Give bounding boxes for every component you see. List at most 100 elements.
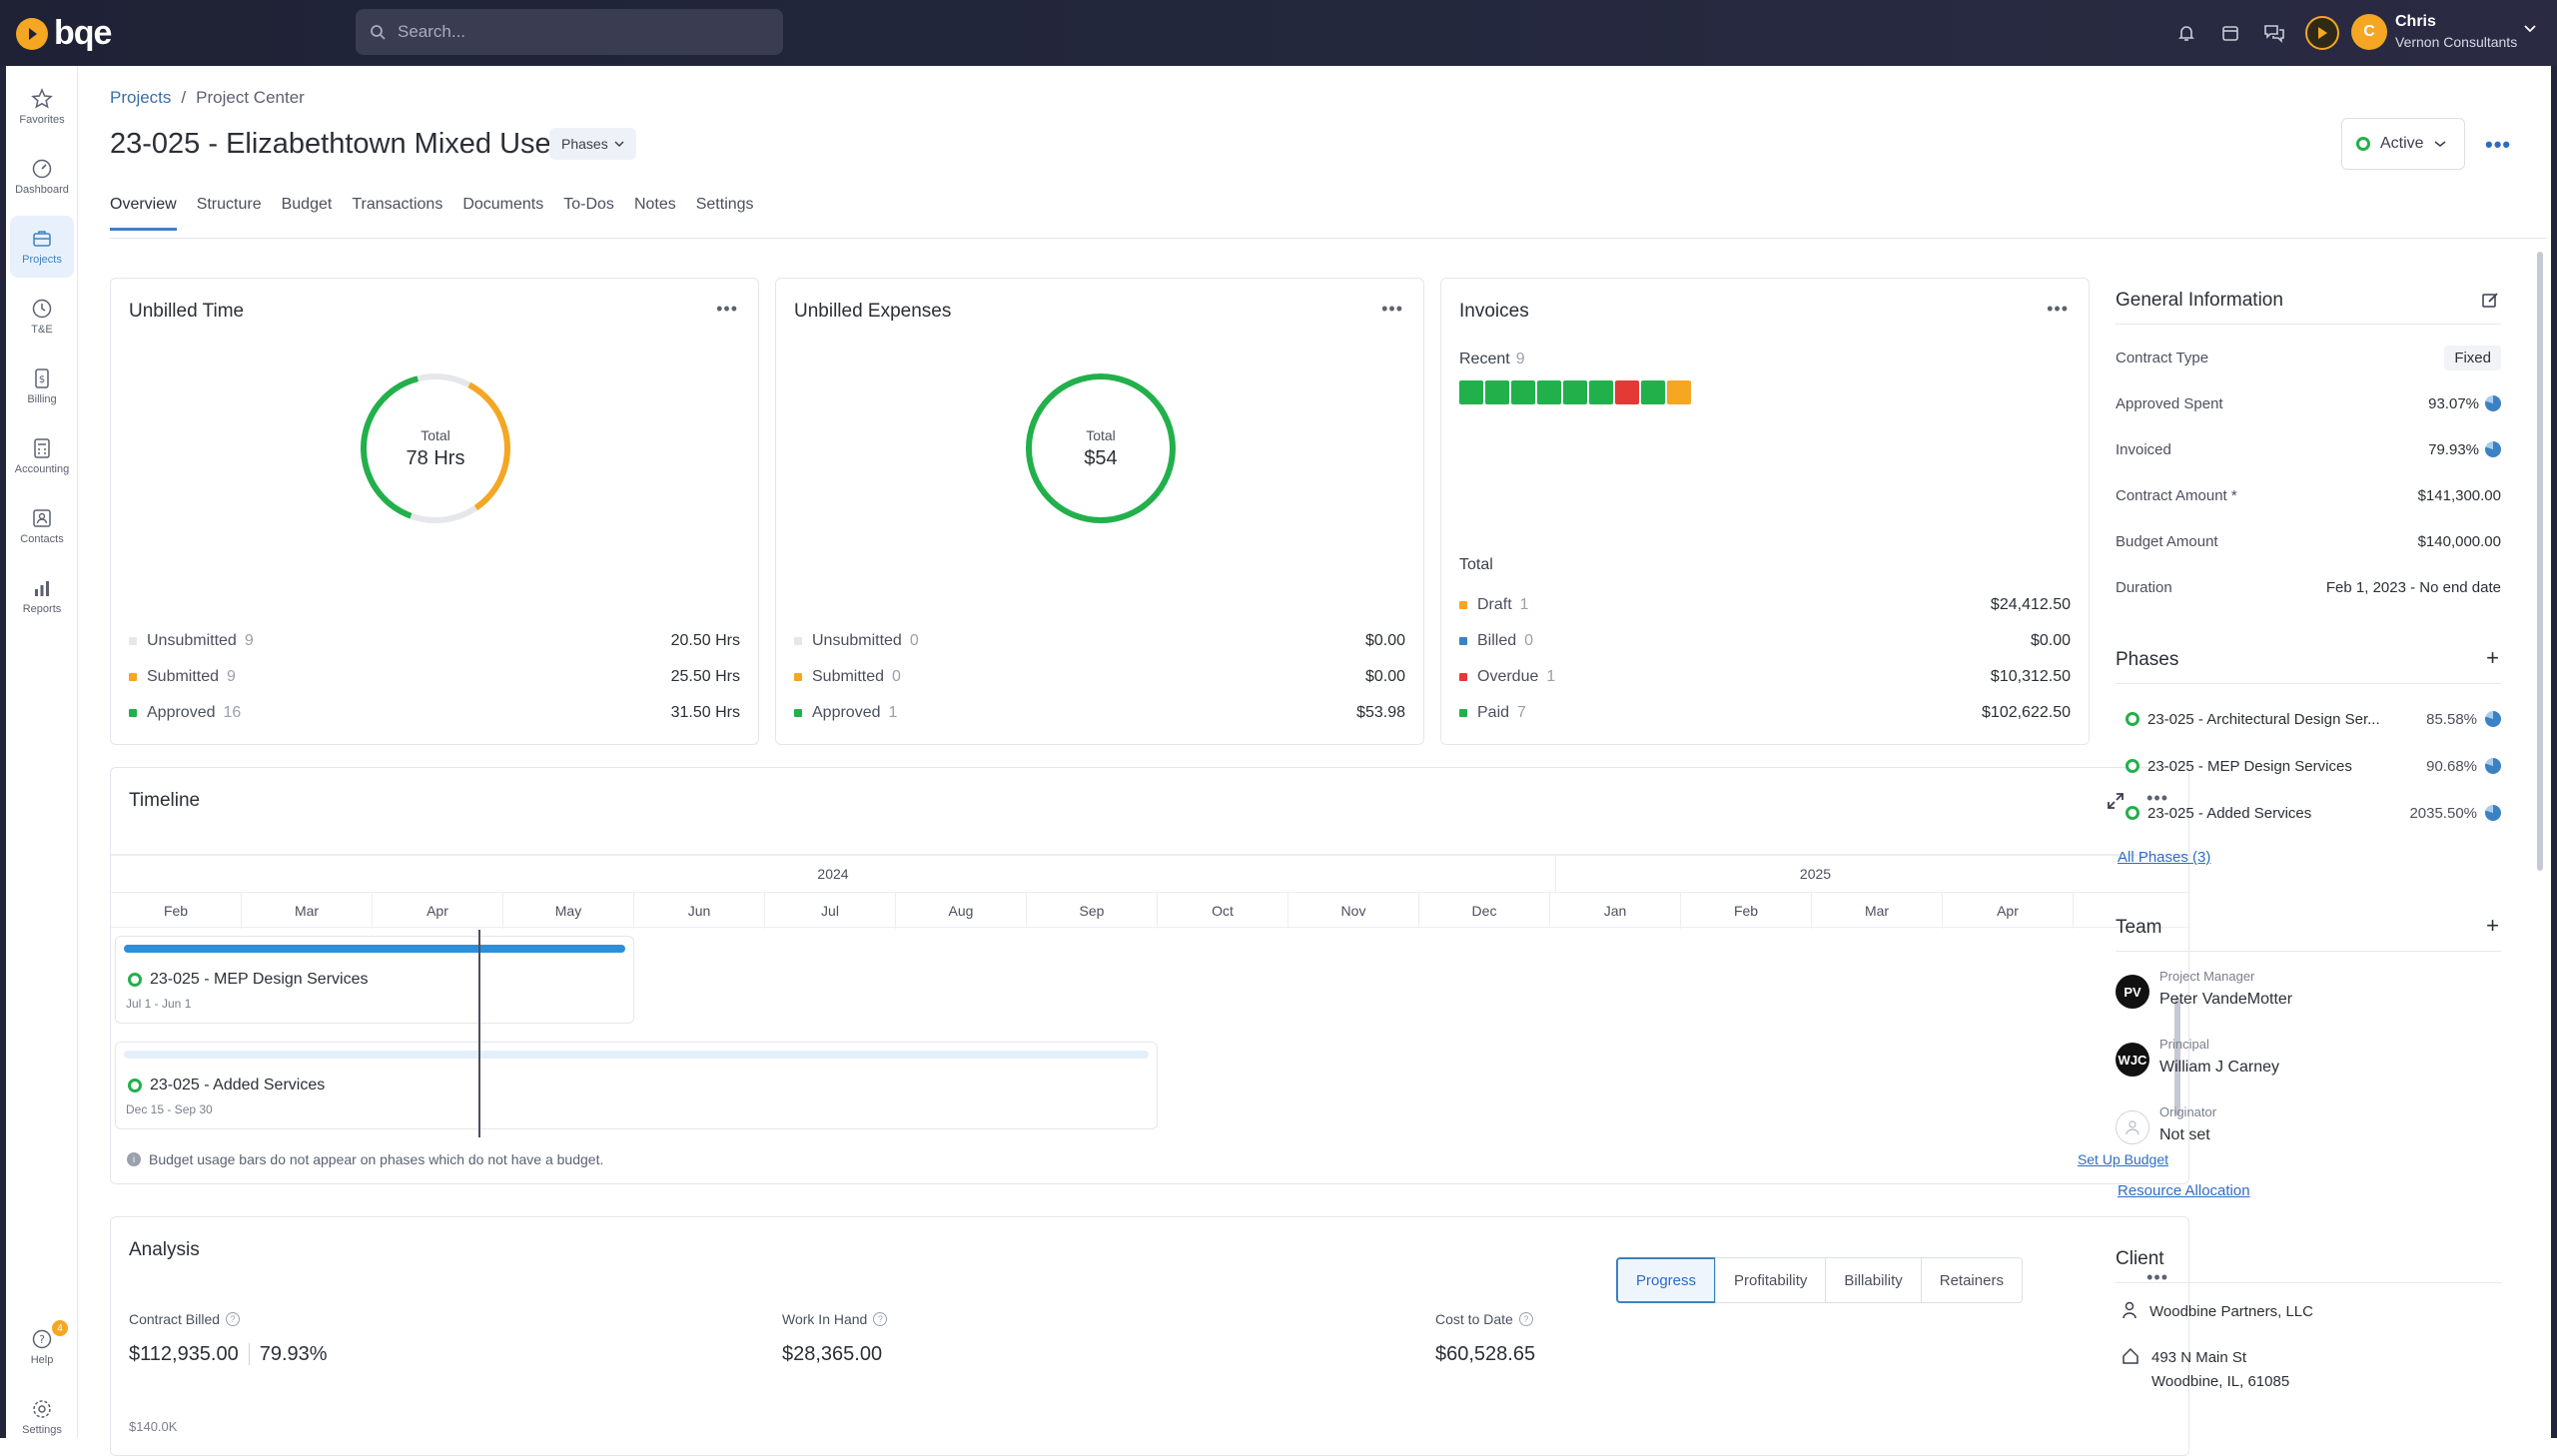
phase-item-added[interactable]: 23-025 - Added Services 2035.50% <box>2126 801 2501 825</box>
timeline-phase-label: 23-025 - Added Services <box>150 1077 326 1093</box>
recent-invoices-bars <box>1459 380 1691 404</box>
app-logo[interactable]: bqe <box>16 14 112 53</box>
breadcrumb-projects[interactable]: Projects <box>110 88 171 108</box>
sidebar-item-contacts[interactable]: Contacts <box>10 495 74 557</box>
invoice-status-bar[interactable] <box>1537 380 1561 404</box>
tab-overview[interactable]: Overview <box>110 196 177 231</box>
global-search[interactable] <box>356 9 783 55</box>
legend-count: 7 <box>1517 704 1526 721</box>
page-scrollbar[interactable] <box>2537 252 2543 871</box>
invoice-status-bar[interactable] <box>1485 380 1509 404</box>
team-member-project-manager[interactable]: PV Project Manager Peter VandeMotter <box>2116 969 2501 1019</box>
tab-settings[interactable]: Settings <box>696 196 754 231</box>
legend-swatch <box>129 709 137 717</box>
legend-label: Submitted <box>812 668 885 685</box>
info-label: Budget Amount <box>2116 532 2218 550</box>
legend-value: 20.50 Hrs <box>670 632 740 649</box>
sidebar-item-projects[interactable]: Projects <box>10 216 74 278</box>
search-input[interactable] <box>398 22 757 42</box>
tab-notes[interactable]: Notes <box>634 196 676 231</box>
more-options-icon[interactable]: ••• <box>2047 299 2069 320</box>
info-icon[interactable]: ? <box>1518 1312 1533 1326</box>
timeline-month-label: Jul <box>765 893 896 929</box>
sidebar-item-reports[interactable]: Reports <box>10 565 74 627</box>
sidebar-item-label: Billing <box>27 393 57 405</box>
tab-structure[interactable]: Structure <box>197 196 262 231</box>
sidebar-item-billing[interactable]: $ Billing <box>10 356 74 417</box>
team-role: Originator <box>2159 1104 2217 1119</box>
user-menu[interactable]: Chris Vernon Consultants <box>2395 12 2517 52</box>
invoice-status-bar[interactable] <box>1589 380 1613 404</box>
invoice-status-bar[interactable] <box>1667 380 1691 404</box>
chevron-down-icon[interactable] <box>2523 24 2537 34</box>
edit-icon[interactable] <box>2481 292 2499 310</box>
project-tabs: Overview Structure Budget Transactions D… <box>110 196 754 231</box>
tab-billability[interactable]: Billability <box>1825 1257 1922 1303</box>
tab-documents[interactable]: Documents <box>462 196 543 231</box>
timeline-month-label: Apr <box>373 893 503 929</box>
sidebar-item-favorites[interactable]: Favorites <box>10 76 74 138</box>
invoice-status-bar[interactable] <box>1563 380 1587 404</box>
sidebar-item-dashboard[interactable]: Dashboard <box>10 146 74 208</box>
timeline-month-label: Feb <box>1681 893 1812 929</box>
legend-count: 16 <box>223 704 242 721</box>
all-phases-link[interactable]: All Phases (3) <box>2118 849 2210 866</box>
more-options-icon[interactable]: ••• <box>1381 299 1403 320</box>
team-member-principal[interactable]: WJC Principal William J Carney <box>2116 1037 2501 1087</box>
timeline-phase-dates: Dec 15 - Sep 30 <box>126 1102 213 1116</box>
client-address-row: 493 N Main St Woodbine, IL, 61085 <box>2122 1346 2289 1394</box>
team-member-originator[interactable]: Originator Not set <box>2116 1104 2501 1154</box>
add-phase-icon[interactable]: + <box>2486 645 2499 671</box>
tab-budget[interactable]: Budget <box>282 196 333 231</box>
info-value: Fixed <box>2444 345 2501 370</box>
info-row-invoiced: Invoiced 79.93% <box>2116 437 2501 461</box>
calendar-icon[interactable] <box>2217 20 2243 46</box>
empty-avatar-icon <box>2116 1110 2149 1144</box>
sidebar-item-help[interactable]: ? 4 Help <box>10 1316 74 1378</box>
sidebar-item-settings[interactable]: Settings <box>10 1386 74 1448</box>
tab-retainers[interactable]: Retainers <box>1920 1257 2023 1303</box>
timeline-month-label: Dec <box>1419 893 1550 929</box>
timer-play-icon[interactable] <box>2305 16 2339 50</box>
client-name[interactable]: Woodbine Partners, LLC <box>2149 1300 2313 1324</box>
phases-dropdown[interactable]: Phases <box>549 128 636 160</box>
metric-contract-billed: Contract Billed? $112,935.00 79.93% <box>129 1311 328 1366</box>
resource-allocation-link[interactable]: Resource Allocation <box>2118 1182 2250 1199</box>
timeline-phase-mep[interactable]: 23-025 - MEP Design Services Jul 1 - Jun… <box>115 936 634 1024</box>
phase-item-architectural[interactable]: 23-025 - Architectural Design Ser... 85.5… <box>2126 707 2501 731</box>
donut-total-label: Total <box>1086 426 1116 443</box>
chat-icon[interactable] <box>2261 20 2287 46</box>
tab-profitability[interactable]: Profitability <box>1715 1257 1827 1303</box>
card-title: Unbilled Expenses <box>794 301 952 322</box>
legend-swatch <box>1459 673 1467 681</box>
card-title: Timeline <box>129 790 201 811</box>
phase-item-mep[interactable]: 23-025 - MEP Design Services 90.68% <box>2126 754 2501 778</box>
sidebar-item-te[interactable]: T&E <box>10 286 74 348</box>
timeline-phase-added[interactable]: 23-025 - Added Services Dec 15 - Sep 30 <box>115 1042 1158 1129</box>
invoice-status-bar[interactable] <box>1615 380 1639 404</box>
timeline-phase-label: 23-025 - MEP Design Services <box>150 971 369 988</box>
add-team-member-icon[interactable]: + <box>2486 913 2499 939</box>
budget-note: i Budget usage bars do not appear on pha… <box>127 1151 603 1167</box>
bell-icon[interactable] <box>2173 20 2199 46</box>
status-active-icon <box>128 1079 142 1092</box>
more-options-icon[interactable]: ••• <box>716 299 738 320</box>
invoice-status-bar[interactable] <box>1459 380 1483 404</box>
tab-transactions[interactable]: Transactions <box>352 196 442 231</box>
legend-row-unsubmitted: Unsubmitted 9 20.50 Hrs <box>129 630 740 652</box>
invoice-status-bar[interactable] <box>1511 380 1535 404</box>
sidebar-item-accounting[interactable]: Accounting <box>10 425 74 487</box>
status-dropdown[interactable]: Active <box>2341 118 2465 170</box>
timeline-phase-bar <box>124 1051 1149 1059</box>
info-row-contract-amount: Contract Amount * $141,300.00 <box>2116 483 2501 507</box>
info-icon[interactable]: ? <box>873 1312 888 1326</box>
bqe-logo-icon <box>16 17 48 50</box>
info-icon[interactable]: ? <box>226 1312 241 1326</box>
sidebar-item-label: Reports <box>22 603 62 615</box>
star-icon <box>31 88 53 109</box>
user-avatar[interactable]: C <box>2351 14 2387 50</box>
invoice-status-bar[interactable] <box>1641 380 1665 404</box>
tab-progress[interactable]: Progress <box>1616 1257 1717 1303</box>
tab-todos[interactable]: To-Dos <box>563 196 614 231</box>
more-options-icon[interactable]: ••• <box>2485 132 2511 158</box>
